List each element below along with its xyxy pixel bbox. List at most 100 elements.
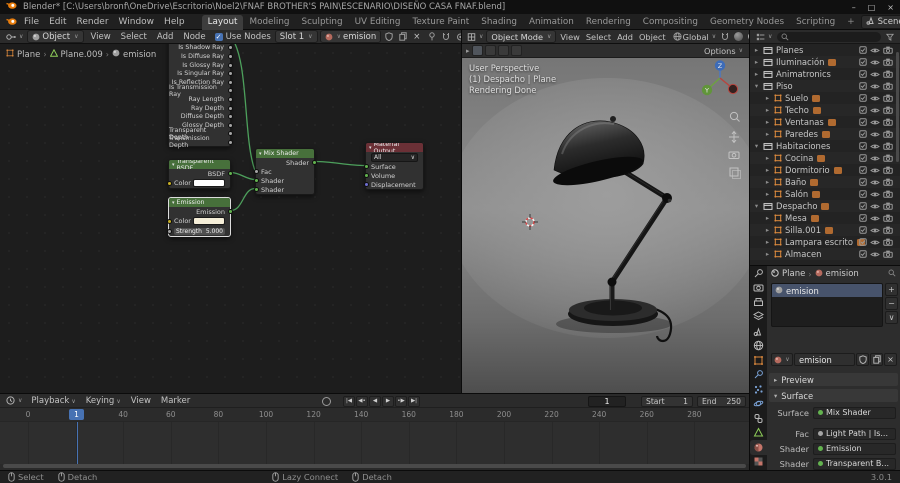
disable-render-toggle[interactable]	[883, 118, 893, 126]
timeline-menu-marker[interactable]: Marker	[156, 396, 195, 406]
disclosure-closed-icon[interactable]: ▸	[764, 94, 771, 102]
workspace-tab-geometry-nodes[interactable]: Geometry Nodes	[704, 15, 790, 30]
hide-viewport-toggle[interactable]	[870, 95, 880, 102]
exclude-checkbox[interactable]	[859, 94, 867, 102]
workspace-tab-compositing[interactable]: Compositing	[637, 15, 704, 30]
shading-wireframe-icon[interactable]	[732, 31, 745, 42]
close-button[interactable]: ×	[887, 3, 894, 12]
outliner-search-field[interactable]	[777, 31, 881, 42]
exclude-checkbox[interactable]	[859, 214, 867, 222]
outliner-row[interactable]: ▾ Habitaciones	[750, 140, 900, 152]
properties-tab-material[interactable]	[750, 440, 767, 455]
disclosure-open-icon[interactable]: ▾	[753, 202, 760, 210]
jump-end-button[interactable]: ▶|	[408, 395, 420, 407]
socket-volume-input[interactable]	[363, 173, 369, 178]
remove-slot-button[interactable]: −	[885, 297, 898, 310]
exclude-checkbox[interactable]	[859, 82, 867, 90]
exclude-checkbox[interactable]	[859, 250, 867, 258]
property-value-button[interactable]: Emission	[813, 442, 896, 455]
disclosure-closed-icon[interactable]: ▸	[764, 250, 771, 258]
slot-dropdown[interactable]: Slot 1 ∨	[274, 30, 318, 43]
shader-menu-node[interactable]: Node	[178, 32, 210, 42]
disable-render-toggle[interactable]	[883, 250, 893, 258]
properties-tab-tool[interactable]	[750, 266, 767, 281]
socket-shader-output[interactable]	[311, 160, 317, 165]
shader-menu-select[interactable]: Select	[116, 32, 152, 42]
transform-orientation-dropdown[interactable]: Global ∨	[671, 32, 719, 42]
disclosure-closed-icon[interactable]: ▸	[753, 46, 760, 54]
timeline-menu-keying[interactable]: Keying ∨	[81, 396, 126, 406]
select-mode-option-3[interactable]	[510, 45, 522, 56]
socket-output[interactable]	[227, 71, 233, 77]
outliner-row[interactable]: ▾ Despacho	[750, 200, 900, 212]
properties-tab-render[interactable]	[750, 281, 767, 296]
disable-render-toggle[interactable]	[883, 202, 893, 210]
outliner-row[interactable]: ▸ Suelo	[750, 92, 900, 104]
hide-viewport-toggle[interactable]	[870, 131, 880, 138]
hide-viewport-toggle[interactable]	[870, 119, 880, 126]
select-mode-option-1[interactable]	[484, 45, 496, 56]
timeline-menu-playback[interactable]: Playback ∨	[26, 396, 80, 406]
outliner-row[interactable]: ▸ Almacen	[750, 248, 900, 260]
disclosure-closed-icon[interactable]: ▸	[764, 178, 771, 186]
snapping-magnet-icon[interactable]	[440, 32, 452, 41]
menu-window[interactable]: Window	[114, 17, 160, 27]
outliner-row[interactable]: ▸ Silla.001	[750, 224, 900, 236]
app-menu-button[interactable]	[4, 17, 19, 26]
disclosure-open-icon[interactable]: ▾	[753, 142, 760, 150]
disable-render-toggle[interactable]	[883, 142, 893, 150]
fake-user-icon[interactable]	[383, 32, 395, 41]
material-slot-item[interactable]: emision	[772, 284, 882, 297]
socket-surface-input[interactable]	[363, 164, 369, 169]
disclosure-closed-icon[interactable]: ▸	[764, 238, 771, 246]
disable-render-toggle[interactable]	[883, 82, 893, 90]
exclude-checkbox[interactable]	[859, 106, 867, 114]
add-slot-button[interactable]: +	[885, 283, 898, 296]
hide-viewport-toggle[interactable]	[870, 239, 880, 246]
socket-shader2-input[interactable]	[253, 187, 259, 192]
outliner-row[interactable]: ▸ Salón	[750, 188, 900, 200]
properties-tab-scene[interactable]	[750, 324, 767, 339]
properties-tab-physics[interactable]	[750, 397, 767, 412]
viewport-canvas[interactable]: Z Y User Perspective (1) Despacho | Plane…	[462, 58, 749, 393]
properties-tab-texture[interactable]	[750, 455, 767, 470]
workspace-tab-animation[interactable]: Animation	[523, 15, 580, 30]
timeline-canvas[interactable]	[0, 421, 749, 464]
node-light-path[interactable]: Is Camera RayIs Shadow RayIs Diffuse Ray…	[168, 44, 233, 149]
new-material-icon[interactable]	[397, 32, 409, 41]
workspace-tab-scripting[interactable]: Scripting	[790, 15, 841, 30]
socket-output[interactable]	[227, 45, 233, 51]
property-value-button[interactable]: Transparent B...	[813, 457, 896, 470]
exclude-checkbox[interactable]	[859, 190, 867, 198]
node-material-output[interactable]: ▾ Material Output All ∨ Surface Volume Dis…	[363, 142, 424, 190]
active-tool-button[interactable]	[471, 45, 483, 56]
disclosure-closed-icon[interactable]: ▸	[764, 118, 771, 126]
material-name-field[interactable]: emision	[794, 353, 855, 366]
shader-menu-view[interactable]: View	[86, 32, 116, 42]
viewport-menu-view[interactable]: View	[557, 32, 582, 42]
hide-viewport-toggle[interactable]	[870, 215, 880, 222]
disable-render-toggle[interactable]	[883, 106, 893, 114]
property-value-button[interactable]: Light Path | Is...	[813, 427, 896, 440]
menu-help[interactable]: Help	[159, 17, 190, 27]
disclosure-open-icon[interactable]: ▾	[753, 82, 760, 90]
node-header[interactable]: ▾ Emission	[169, 198, 230, 207]
exclude-checkbox[interactable]	[859, 178, 867, 186]
material-slot-list[interactable]: emision	[771, 283, 883, 327]
timeline-ruler[interactable]: 1 02040608010012014016018020022024026028…	[0, 408, 749, 421]
prev-keyframe-button[interactable]: ◀•	[356, 395, 368, 407]
frame-end-field[interactable]: End 250	[697, 395, 746, 407]
properties-tab-object[interactable]	[750, 353, 767, 368]
disable-render-toggle[interactable]	[883, 166, 893, 174]
outliner-filter-icon[interactable]	[884, 33, 896, 41]
disable-render-toggle[interactable]	[883, 130, 893, 138]
current-frame-field[interactable]: 1	[588, 395, 626, 407]
browse-material-button[interactable]: ∨	[771, 353, 793, 366]
viewport-menu-object[interactable]: Object	[636, 32, 669, 42]
frame-start-field[interactable]: Start 1	[641, 395, 693, 407]
strength-field[interactable]: Strength 5.000	[174, 227, 225, 235]
color-swatch[interactable]	[192, 217, 225, 225]
socket-displacement-input[interactable]	[363, 182, 369, 187]
disable-render-toggle[interactable]	[883, 154, 893, 162]
disclosure-closed-icon[interactable]: ▸	[764, 166, 771, 174]
